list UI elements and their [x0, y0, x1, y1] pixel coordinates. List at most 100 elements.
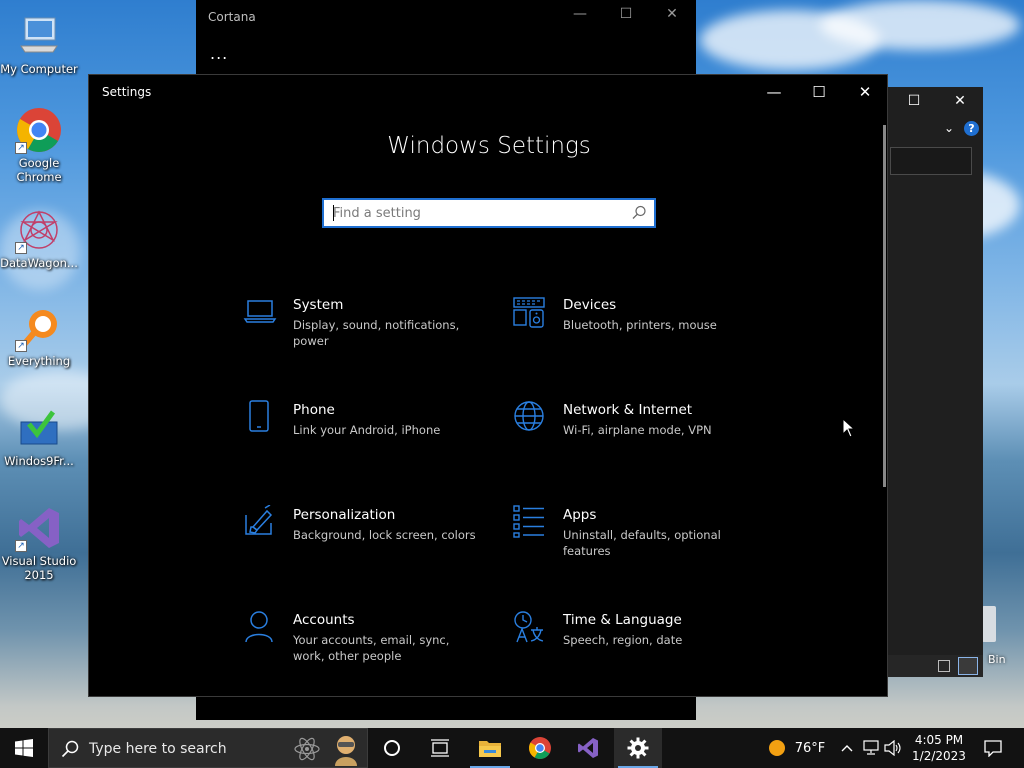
phone-icon: [249, 400, 269, 432]
desktop-icon-everything[interactable]: ↗ Everything: [0, 304, 78, 368]
tile-title: Phone: [293, 402, 335, 418]
explorer-close-button[interactable]: ✕: [940, 93, 980, 109]
tile-personalization[interactable]: Personalization Background, lock screen,…: [243, 505, 493, 585]
clock-time: 4:05 PM: [914, 733, 964, 747]
explorer-maximize-button[interactable]: ☐: [894, 93, 934, 109]
datawagon-icon: ↗: [15, 206, 63, 254]
chrome-icon: [529, 737, 551, 759]
windows-logo-icon: [15, 739, 33, 757]
desktop-icon-visual-studio[interactable]: ↗ Visual Studio 2015: [0, 504, 78, 582]
cortana-more-button[interactable]: ...: [210, 44, 228, 63]
scientist-illustration-icon: [335, 736, 357, 766]
notification-icon: [984, 740, 1002, 757]
paint-icon: [245, 505, 273, 535]
search-icon[interactable]: [630, 204, 648, 222]
network-tray-button[interactable]: [860, 728, 882, 768]
tile-phone[interactable]: Phone Link your Android, iPhone: [243, 400, 493, 480]
details-view-icon[interactable]: [938, 660, 950, 672]
search-input[interactable]: [324, 200, 614, 226]
tile-accounts[interactable]: Accounts Your accounts, email, sync, wor…: [243, 610, 493, 690]
text-caret: [333, 205, 334, 221]
desktop-icon-chrome[interactable]: ↗ Google Chrome: [0, 106, 78, 184]
taskbar-clock[interactable]: 4:05 PM 1/2/2023: [905, 732, 973, 764]
weather-temperature[interactable]: 76°F: [792, 728, 828, 768]
help-icon[interactable]: ?: [964, 121, 979, 136]
desktop-icon-my-computer[interactable]: My Computer: [0, 12, 78, 76]
chevron-down-icon[interactable]: ⌄: [944, 121, 954, 135]
tile-title: Time & Language: [563, 612, 682, 628]
tile-title: Apps: [563, 507, 597, 523]
tile-description: Your accounts, email, sync, work, other …: [293, 633, 450, 663]
desktop-icon-datawagon[interactable]: ↗ DataWagon...: [0, 206, 78, 270]
globe-icon: [514, 401, 544, 431]
task-view-button[interactable]: [416, 728, 464, 768]
tile-description: Wi-Fi, airplane mode, VPN: [563, 423, 712, 437]
tile-description: Bluetooth, printers, mouse: [563, 318, 717, 332]
atom-icon: [294, 737, 320, 761]
large-icons-view-icon[interactable]: [958, 657, 978, 675]
tile-description: Display, sound, notifications, power: [293, 318, 460, 348]
cortana-title: Cortana: [208, 10, 256, 24]
visual-studio-icon: [578, 738, 598, 758]
devices-icon: [513, 297, 545, 328]
chrome-taskbar-button[interactable]: [516, 728, 564, 768]
laptop-icon: [243, 300, 277, 323]
installer-icon: [15, 404, 63, 452]
notifications-button[interactable]: [978, 728, 1008, 768]
tile-devices[interactable]: Devices Bluetooth, printers, mouse: [513, 295, 763, 375]
tile-description: Uninstall, defaults, optional features: [563, 528, 721, 558]
desktop-icon-label: Google Chrome: [16, 156, 62, 184]
time-language-icon: [514, 611, 544, 643]
tile-apps[interactable]: Apps Uninstall, defaults, optional featu…: [513, 505, 763, 585]
show-hidden-icons-button[interactable]: [838, 728, 856, 768]
settings-window: Settings — ☐ ✕ Windows Settings System D…: [88, 74, 888, 697]
shortcut-arrow-icon: ↗: [15, 142, 27, 154]
start-button[interactable]: [0, 728, 48, 768]
desktop-icon-windows9fr[interactable]: Windos9Fr...: [0, 404, 78, 468]
speaker-icon: [884, 740, 901, 756]
explorer-search-box[interactable]: [890, 147, 972, 175]
cortana-close-button[interactable]: ✕: [652, 6, 692, 22]
tile-title: Devices: [563, 297, 617, 313]
settings-taskbar-button[interactable]: [614, 728, 662, 768]
desktop-icon-label: Everything: [7, 354, 71, 368]
volume-tray-button[interactable]: [882, 728, 904, 768]
recycle-bin-icon[interactable]: [982, 606, 996, 642]
apps-list-icon: [513, 505, 544, 538]
desktop-icon-label: DataWagon...: [0, 256, 78, 270]
search-icon: [61, 740, 79, 758]
cortana-button[interactable]: [368, 728, 416, 768]
cortana-maximize-button[interactable]: ☐: [606, 6, 646, 22]
cortana-minimize-button[interactable]: —: [560, 6, 600, 22]
weather-widget[interactable]: [762, 728, 792, 768]
tile-description: Speech, region, date: [563, 633, 683, 647]
scrollbar[interactable]: [883, 125, 886, 487]
shortcut-arrow-icon: ↗: [15, 340, 27, 352]
tile-system[interactable]: System Display, sound, notifications, po…: [243, 295, 493, 375]
taskbar: Type here to search 76°F 4:05 PM 1/2/202…: [0, 728, 1024, 768]
person-icon: [245, 611, 273, 643]
maximize-button[interactable]: ☐: [796, 77, 842, 107]
desktop-icon-label: My Computer: [0, 62, 78, 76]
desktop-icon-label: Visual Studio 2015: [1, 554, 77, 582]
taskbar-search-box[interactable]: Type here to search: [48, 728, 368, 768]
minimize-button[interactable]: —: [751, 77, 797, 107]
tile-title: System: [293, 297, 344, 313]
file-explorer-taskbar-button[interactable]: [466, 728, 514, 768]
explorer-window: ☐ ✕ ⌄ ?: [888, 87, 983, 677]
mouse-cursor-icon: [842, 418, 856, 438]
shortcut-arrow-icon: ↗: [15, 242, 27, 254]
everything-search-icon: ↗: [15, 304, 63, 352]
tile-network-internet[interactable]: Network & Internet Wi-Fi, airplane mode,…: [513, 400, 763, 480]
task-view-icon: [431, 739, 449, 757]
chrome-icon: ↗: [15, 106, 63, 154]
visual-studio-taskbar-button[interactable]: [564, 728, 612, 768]
close-button[interactable]: ✕: [842, 77, 888, 107]
settings-search-box[interactable]: [322, 198, 656, 228]
tile-time-language[interactable]: Time & Language Speech, region, date: [513, 610, 763, 690]
tile-title: Accounts: [293, 612, 355, 628]
recycle-bin-label: Bin: [988, 653, 1006, 666]
cortana-circle-icon: [384, 740, 400, 756]
computer-icon: [15, 12, 63, 60]
page-title: Windows Settings: [387, 133, 591, 159]
